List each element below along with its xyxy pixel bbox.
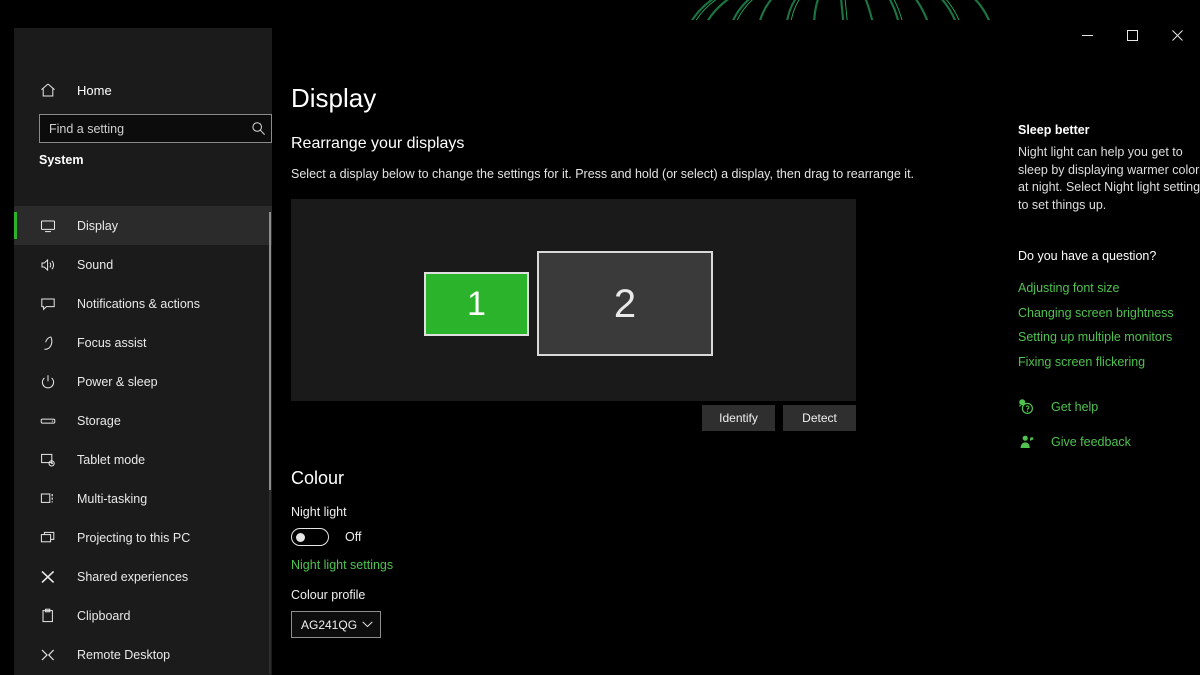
power-icon (40, 374, 56, 390)
display-number: 2 (614, 284, 636, 324)
close-icon (1172, 30, 1183, 41)
monitor-icon (40, 218, 56, 234)
display-thumbnail-1[interactable]: 1 (424, 272, 529, 336)
remote-desktop-icon (40, 647, 56, 663)
sidebar-item-sound[interactable]: Sound (14, 245, 272, 284)
sidebar-scrollbar-thumb[interactable] (269, 212, 271, 490)
sidebar-item-power-sleep[interactable]: Power & sleep (14, 362, 272, 401)
shared-icon (40, 569, 56, 585)
sidebar-item-notifications-actions[interactable]: Notifications & actions (14, 284, 272, 323)
home-icon (40, 82, 56, 98)
sidebar-item-multi-tasking[interactable]: Multi-tasking (14, 479, 272, 518)
speaker-icon (40, 257, 56, 273)
settings-window: Settings (14, 20, 1200, 675)
sidebar-item-shared-experiences[interactable]: Shared experiences (14, 557, 272, 596)
colour-profile-value: AG241QG (301, 618, 357, 632)
window-controls (1065, 20, 1200, 50)
maximize-button[interactable] (1110, 20, 1155, 50)
clipboard-icon (40, 608, 56, 624)
sidebar: Home System (14, 28, 272, 675)
help-link-fixing-screen-flickering[interactable]: Fixing screen flickering (1018, 350, 1200, 375)
search-box[interactable] (39, 114, 272, 143)
display-thumbnail-2[interactable]: 2 (537, 251, 713, 356)
feedback-icon (1018, 434, 1034, 450)
sidebar-item-label: Notifications & actions (77, 297, 200, 311)
sidebar-item-remote-desktop[interactable]: Remote Desktop (14, 635, 272, 674)
page-title: Display (291, 83, 376, 114)
sidebar-item-label: Tablet mode (77, 453, 145, 467)
get-help-label: Get help (1051, 400, 1098, 414)
sidebar-section-title: System (39, 153, 83, 167)
main-content: Display Rearrange your displays Select a… (272, 50, 972, 675)
sidebar-item-label: Sound (77, 258, 113, 272)
display-number: 1 (467, 287, 486, 321)
identify-button[interactable]: Identify (702, 405, 775, 431)
night-light-label: Night light (291, 505, 347, 519)
sidebar-item-label: Clipboard (77, 609, 131, 623)
detect-button[interactable]: Detect (783, 405, 856, 431)
tip-body: Night light can help you get to sleep by… (1018, 144, 1200, 214)
close-button[interactable] (1155, 20, 1200, 50)
search-button[interactable] (245, 115, 271, 142)
help-icon (1018, 399, 1034, 415)
rearrange-description: Select a display below to change the set… (291, 167, 914, 181)
help-link-adjusting-font-size[interactable]: Adjusting font size (1018, 276, 1200, 301)
help-link-list: Adjusting font size Changing screen brig… (1018, 276, 1200, 374)
chevron-down-icon (362, 621, 373, 628)
colour-section-heading: Colour (291, 468, 344, 489)
help-link-setting-up-multiple-monitors[interactable]: Setting up multiple monitors (1018, 325, 1200, 350)
sidebar-item-label: Shared experiences (77, 570, 188, 584)
display-actions: Identify Detect (291, 405, 856, 431)
moon-icon (40, 335, 56, 351)
projecting-icon (40, 530, 56, 546)
night-light-state: Off (345, 530, 361, 544)
help-action-list: Get help Give feedback (1018, 394, 1200, 464)
night-light-toggle-row: Off (291, 528, 361, 546)
colour-profile-dropdown[interactable]: AG241QG (291, 611, 381, 638)
sidebar-item-display[interactable]: Display (14, 206, 272, 245)
search-icon (251, 121, 266, 136)
desktop-wallpaper (0, 0, 1200, 20)
sidebar-item-clipboard[interactable]: Clipboard (14, 596, 272, 635)
sidebar-item-tablet-mode[interactable]: Tablet mode (14, 440, 272, 479)
multitasking-icon (40, 491, 56, 507)
minimize-button[interactable] (1065, 20, 1110, 50)
sidebar-home-label: Home (77, 83, 112, 98)
give-feedback-label: Give feedback (1051, 435, 1131, 449)
minimize-icon (1082, 30, 1093, 41)
sidebar-item-label: Multi-tasking (77, 492, 147, 506)
rearrange-heading: Rearrange your displays (291, 135, 464, 153)
give-feedback-button[interactable]: Give feedback (1018, 429, 1200, 454)
sidebar-item-focus-assist[interactable]: Focus assist (14, 323, 272, 362)
sidebar-item-storage[interactable]: Storage (14, 401, 272, 440)
tablet-icon (40, 452, 56, 468)
storage-icon (40, 413, 56, 429)
question-title: Do you have a question? (1018, 249, 1156, 263)
colour-profile-label: Colour profile (291, 588, 365, 602)
help-pane: Sleep better Night light can help you ge… (1004, 50, 1200, 675)
sidebar-item-list: Display Sound (14, 206, 272, 675)
display-arrangement-canvas[interactable]: 1 2 (291, 199, 856, 401)
search-input[interactable] (40, 122, 245, 136)
wallpaper-streaks (600, 0, 1120, 20)
maximize-icon (1127, 30, 1138, 41)
sidebar-item-label: Focus assist (77, 336, 146, 350)
sidebar-item-label: Power & sleep (77, 375, 158, 389)
night-light-settings-link[interactable]: Night light settings (291, 558, 393, 572)
get-help-button[interactable]: Get help (1018, 394, 1200, 419)
sidebar-item-label: Remote Desktop (77, 648, 170, 662)
sidebar-item-label: Display (77, 219, 118, 233)
toggle-thumb (296, 533, 305, 542)
sidebar-item-home[interactable]: Home (14, 74, 272, 106)
notification-icon (40, 296, 56, 312)
night-light-toggle[interactable] (291, 528, 329, 546)
sidebar-item-label: Projecting to this PC (77, 531, 190, 545)
sidebar-item-label: Storage (77, 414, 121, 428)
tip-title: Sleep better (1018, 123, 1090, 137)
help-link-changing-screen-brightness[interactable]: Changing screen brightness (1018, 301, 1200, 326)
screen: Settings (0, 0, 1200, 675)
sidebar-item-projecting-to-this-pc[interactable]: Projecting to this PC (14, 518, 272, 557)
